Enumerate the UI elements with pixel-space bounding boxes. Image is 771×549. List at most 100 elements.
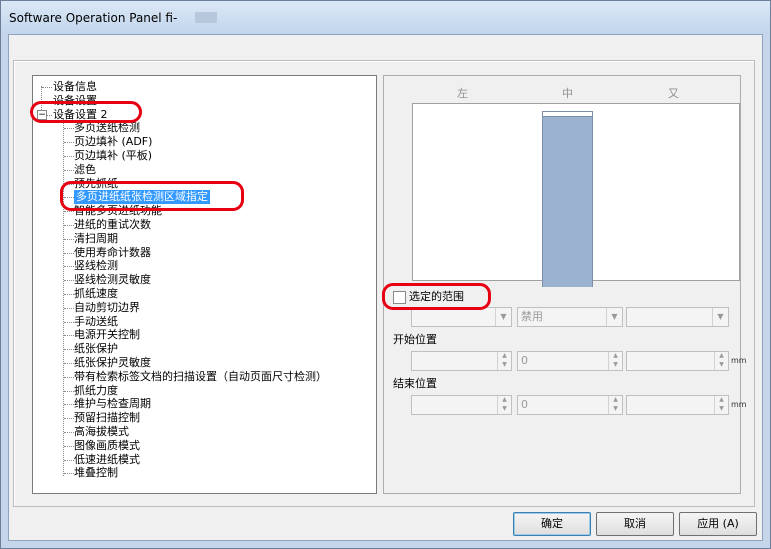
highlight-selected-range: [382, 283, 491, 310]
spin-buttons[interactable]: ▲ ▼: [714, 396, 728, 414]
tree-item[interactable]: 设备信息: [53, 80, 97, 94]
tree-branch-line: [42, 87, 52, 88]
chevron-down-icon: ▼: [606, 308, 622, 326]
spin-up-icon[interactable]: ▲: [609, 352, 622, 360]
tree-branch-line: [64, 280, 74, 282]
tree-item[interactable]: 清扫周期: [74, 232, 118, 246]
tree-item[interactable]: 纸张保护灵敏度: [74, 356, 151, 370]
tree-branch-line: [64, 307, 74, 309]
tree-item[interactable]: 预留扫描控制: [74, 411, 140, 425]
start-position-value-2: 0: [521, 354, 528, 367]
spin-up-icon[interactable]: ▲: [715, 352, 728, 360]
tree-branch-line: [64, 321, 74, 323]
redacted-model-block: [195, 12, 217, 23]
settings-tree[interactable]: 设备信息 设备设置 − 设备设置 2 多页送纸检测 页边填补 (ADF) 页边填补 (平板)…: [32, 75, 377, 494]
tree-item[interactable]: 堆叠控制: [74, 466, 118, 480]
highlight-selected-item: [60, 181, 244, 211]
tree-item[interactable]: 自动剪切边界: [74, 301, 140, 315]
tree-item[interactable]: 页边填补 (ADF): [74, 135, 152, 149]
end-position-label: 结束位置: [393, 377, 437, 390]
tree-item[interactable]: 抓纸速度: [74, 287, 118, 301]
spin-down-icon[interactable]: ▼: [609, 405, 622, 413]
start-position-spin-3[interactable]: ▲ ▼: [626, 351, 729, 371]
tree-item[interactable]: 带有检索标签文档的扫描设置（自动页面尺寸检测）: [74, 370, 327, 384]
range-combo-2[interactable]: 禁用 ▼: [517, 307, 623, 327]
tree-branch-line: [64, 404, 74, 406]
window-title: Software Operation Panel fi-: [9, 11, 178, 25]
spin-down-icon[interactable]: ▼: [609, 361, 622, 369]
start-position-spin-2[interactable]: 0 ▲ ▼: [517, 351, 623, 371]
range-combo-3[interactable]: ▼: [626, 307, 729, 327]
tree-branch-line: [64, 169, 74, 171]
tree-branch-line: [64, 335, 74, 337]
tree-item[interactable]: 滤色: [74, 163, 96, 177]
tree-branch-line: [64, 376, 74, 378]
tree-branch-line: [64, 225, 74, 226]
paper-top-edge: [542, 111, 593, 117]
tree-item[interactable]: 竖线检测: [74, 259, 118, 273]
spin-up-icon[interactable]: ▲: [498, 352, 511, 360]
tree-branch-line: [64, 459, 74, 461]
tree-item[interactable]: 进纸的重试次数: [74, 218, 151, 232]
spin-buttons[interactable]: ▲ ▼: [714, 352, 728, 370]
spin-down-icon[interactable]: ▼: [715, 405, 728, 413]
tree-branch-line: [64, 266, 74, 268]
end-position-spin-3[interactable]: ▲ ▼: [626, 395, 729, 415]
range-combo-1[interactable]: ▼: [411, 307, 512, 327]
column-label-right: 又: [668, 87, 679, 100]
tree-item[interactable]: 图像画质模式: [74, 439, 140, 453]
tree-branch-line: [64, 418, 74, 420]
tree-branch-line: [64, 432, 74, 433]
start-position-label: 开始位置: [393, 333, 437, 346]
tree-item[interactable]: 手动送纸: [74, 315, 118, 329]
spin-down-icon[interactable]: ▼: [715, 361, 728, 369]
start-position-spin-1[interactable]: ▲ ▼: [411, 351, 512, 371]
tree-branch-line: [64, 349, 74, 351]
spin-buttons[interactable]: ▲ ▼: [608, 352, 622, 370]
tree-branch-line: [64, 128, 74, 130]
paper-shape: [542, 111, 593, 287]
tree-item[interactable]: 竖线检测灵敏度: [74, 273, 151, 287]
spin-down-icon[interactable]: ▼: [498, 405, 511, 413]
spin-up-icon[interactable]: ▲: [715, 396, 728, 404]
end-position-value-2: 0: [521, 398, 528, 411]
tree-item[interactable]: 多页送纸检测: [74, 121, 140, 135]
tree-item[interactable]: 维护与检查周期: [74, 397, 151, 411]
tree-branch-line: [64, 390, 74, 392]
start-unit-label: mm: [731, 356, 747, 365]
tree-branch-line: [64, 473, 74, 475]
tree-item[interactable]: 低速进纸模式: [74, 453, 140, 467]
highlight-device-settings-2: [30, 101, 142, 123]
spin-buttons[interactable]: ▲ ▼: [497, 396, 511, 414]
tree-branch-line: [64, 294, 74, 295]
tree-item[interactable]: 页边填补 (平板): [74, 149, 152, 163]
chevron-down-icon: ▼: [712, 308, 728, 326]
range-combo-2-value: 禁用: [521, 310, 543, 323]
tree-branch-line: [64, 156, 74, 157]
cancel-button[interactable]: 取消: [596, 512, 674, 536]
tree-item[interactable]: 高海拔模式: [74, 425, 129, 439]
spin-buttons[interactable]: ▲ ▼: [497, 352, 511, 370]
spin-up-icon[interactable]: ▲: [498, 396, 511, 404]
tree-branch-line: [64, 238, 74, 240]
column-label-left: 左: [457, 87, 468, 100]
tree-child-connector: [63, 117, 64, 477]
spin-buttons[interactable]: ▲ ▼: [608, 396, 622, 414]
tree-item[interactable]: 电源开关控制: [74, 328, 140, 342]
ok-button[interactable]: 确定: [513, 512, 591, 536]
tree-item[interactable]: 抓纸力度: [74, 384, 118, 398]
chevron-down-icon: ▼: [495, 308, 511, 326]
column-label-center: 中: [562, 87, 573, 100]
apply-button[interactable]: 应用 (A): [679, 512, 757, 536]
tree-branch-line: [64, 252, 74, 254]
spin-up-icon[interactable]: ▲: [609, 396, 622, 404]
title-bar[interactable]: Software Operation Panel fi-: [1, 1, 770, 35]
tree-branch-line: [64, 445, 74, 447]
end-position-spin-2[interactable]: 0 ▲ ▼: [517, 395, 623, 415]
tree-branch-line: [64, 363, 74, 364]
end-position-spin-1[interactable]: ▲ ▼: [411, 395, 512, 415]
tree-item[interactable]: 纸张保护: [74, 342, 118, 356]
spin-down-icon[interactable]: ▼: [498, 361, 511, 369]
tree-item[interactable]: 使用寿命计数器: [74, 246, 151, 260]
tree-branch-line: [64, 142, 74, 144]
